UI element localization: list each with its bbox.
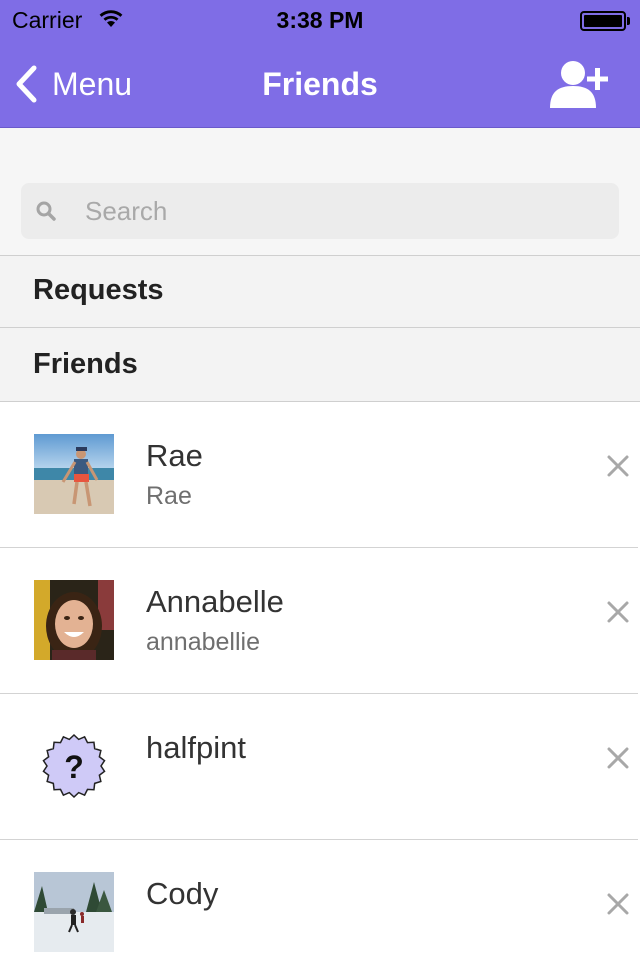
friends-section-header: Friends bbox=[0, 328, 640, 402]
friends-section-label: Friends bbox=[33, 348, 138, 380]
page-title: Friends bbox=[262, 66, 378, 102]
search-bar[interactable] bbox=[21, 183, 619, 239]
friend-row[interactable]: Annabelle annabellie bbox=[0, 548, 640, 694]
requests-section-header[interactable]: Requests bbox=[0, 256, 640, 328]
search-area bbox=[0, 128, 640, 256]
friend-name: Rae bbox=[146, 438, 203, 473]
remove-friend-icon[interactable] bbox=[604, 744, 632, 772]
friend-row[interactable]: Rae Rae bbox=[0, 402, 640, 548]
search-input[interactable] bbox=[85, 183, 605, 239]
remove-friend-icon[interactable] bbox=[604, 452, 632, 480]
svg-text:?: ? bbox=[64, 749, 84, 785]
avatar bbox=[34, 580, 114, 660]
nav-bar: Carrier 3:38 PM Menu Friends bbox=[0, 0, 640, 128]
friend-row[interactable]: Cody bbox=[0, 840, 640, 960]
friend-row[interactable]: ? halfpint bbox=[0, 694, 640, 840]
friend-name: Annabelle bbox=[146, 584, 284, 619]
friend-username: Rae bbox=[146, 482, 192, 510]
remove-friend-icon[interactable] bbox=[604, 890, 632, 918]
status-bar: Carrier 3:38 PM bbox=[0, 0, 640, 40]
search-icon bbox=[36, 201, 56, 221]
friend-name: halfpint bbox=[146, 730, 246, 765]
clock: 3:38 PM bbox=[276, 7, 364, 33]
requests-section-label: Requests bbox=[33, 274, 164, 306]
friend-username: annabellie bbox=[146, 628, 260, 656]
battery-tip bbox=[627, 17, 630, 25]
battery-icon bbox=[580, 11, 626, 31]
friend-name: Cody bbox=[146, 876, 219, 911]
avatar bbox=[34, 434, 114, 514]
avatar bbox=[34, 872, 114, 952]
friend-list: Rae Rae Annabelle annabellie ? halfpint … bbox=[0, 402, 640, 960]
add-friend-icon[interactable] bbox=[548, 58, 612, 110]
question-mark-badge-icon: ? bbox=[34, 726, 114, 806]
remove-friend-icon[interactable] bbox=[604, 598, 632, 626]
